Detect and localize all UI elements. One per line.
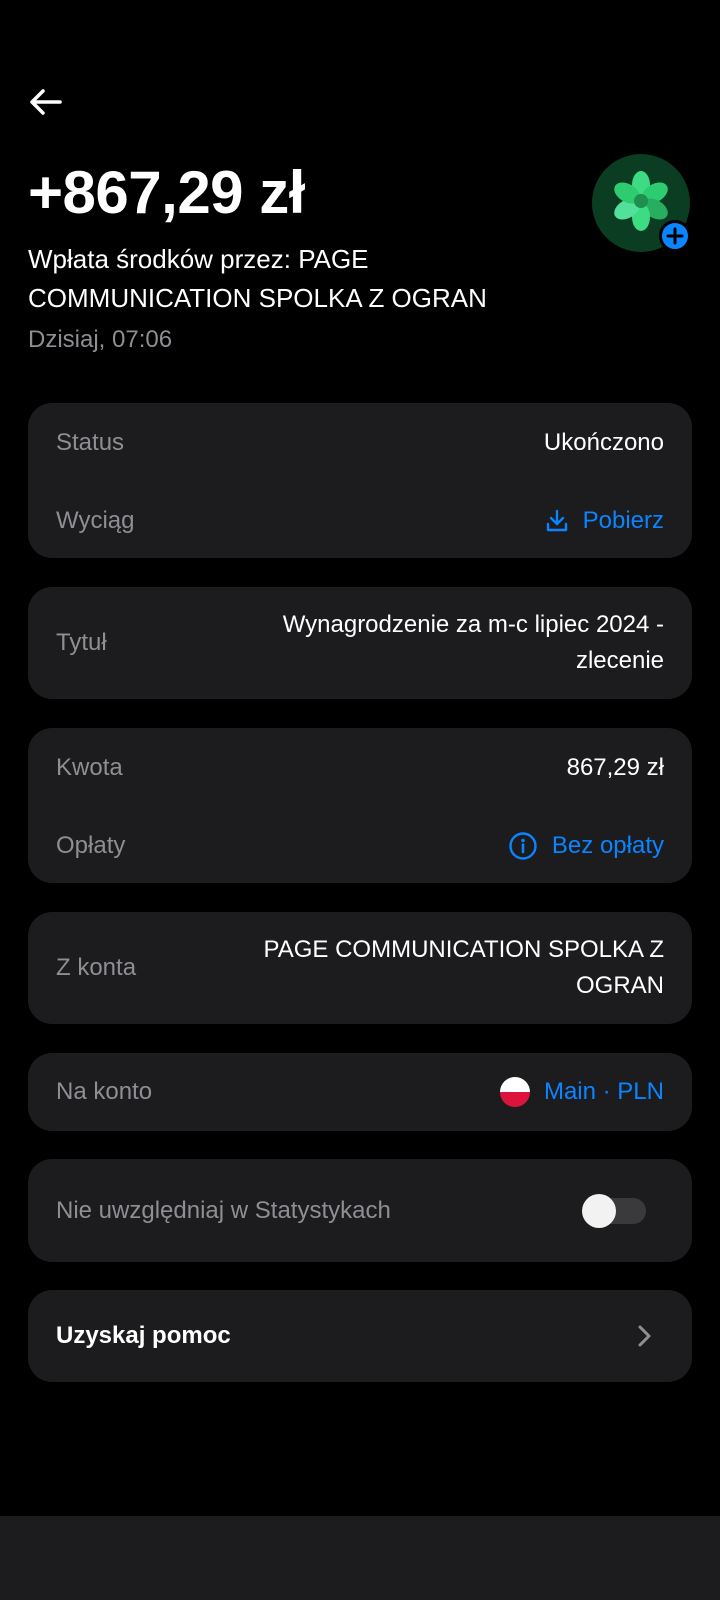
- download-label: Pobierz: [582, 507, 664, 534]
- fees-value: Bez opłaty: [551, 832, 664, 859]
- status-label: Status: [56, 429, 125, 456]
- statement-label: Wyciąg: [56, 507, 135, 534]
- amount-label: Kwota: [56, 754, 123, 781]
- download-icon: [546, 509, 567, 532]
- transaction-description: Wpłata środków przez: PAGE COMMUNICATION…: [28, 244, 487, 313]
- help-card[interactable]: Uzyskaj pomoc: [28, 1290, 692, 1382]
- chevron-right-icon: [638, 1325, 651, 1347]
- plus-icon: [666, 227, 684, 245]
- back-arrow-icon: [30, 89, 62, 115]
- fees-info-button[interactable]: Bez opłaty: [508, 831, 664, 861]
- exclude-statistics-toggle[interactable]: [582, 1193, 646, 1228]
- to-account-card[interactable]: Na konto Main · PLN: [28, 1053, 692, 1131]
- fees-label: Opłaty: [56, 832, 126, 859]
- from-account-card: Z konta PAGE COMMUNICATION SPOLKA Z OGRA…: [28, 912, 692, 1024]
- to-account-link[interactable]: Main · PLN: [499, 1077, 664, 1107]
- title-value: Wynagrodzenie za m-c lipiec 2024 - zlece…: [282, 611, 664, 674]
- to-account-value: Main · PLN: [543, 1078, 664, 1105]
- title-card: Tytuł Wynagrodzenie za m-c lipiec 2024 -…: [28, 587, 692, 699]
- transaction-date: Dzisiaj, 07:06: [28, 326, 173, 353]
- amount-value: 867,29 zł: [566, 754, 664, 781]
- statistics-card: Nie uwzględniaj w Statystykach: [28, 1159, 692, 1262]
- info-icon: [509, 832, 537, 860]
- title-label: Tytuł: [56, 629, 107, 656]
- exclude-statistics-label: Nie uwzględniaj w Statystykach: [56, 1196, 391, 1224]
- amount-card: Kwota 867,29 zł Opłaty Bez opłaty: [28, 728, 692, 883]
- back-button[interactable]: [26, 86, 66, 118]
- from-account-value: PAGE COMMUNICATION SPOLKA Z OGRAN: [263, 936, 665, 999]
- to-account-label: Na konto: [56, 1078, 153, 1105]
- toggle-knob: [582, 1193, 616, 1228]
- poland-flag-icon: [499, 1077, 530, 1107]
- from-account-label: Z konta: [56, 954, 137, 981]
- add-photo-button[interactable]: [659, 220, 691, 252]
- transaction-amount: +867,29 zł: [28, 159, 305, 226]
- help-label: Uzyskaj pomoc: [56, 1322, 231, 1349]
- status-card: Status Ukończono Wyciąg Pobierz: [28, 403, 692, 558]
- bottom-bar: [0, 1516, 720, 1600]
- status-value: Ukończono: [543, 429, 664, 456]
- download-statement-button[interactable]: Pobierz: [545, 507, 664, 535]
